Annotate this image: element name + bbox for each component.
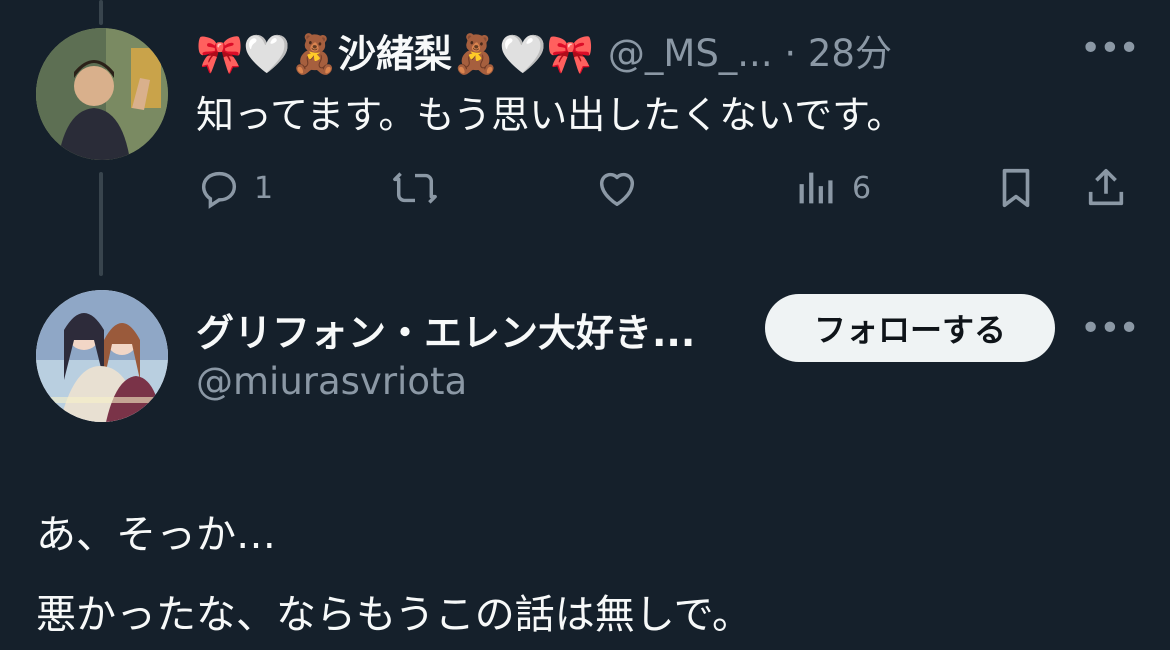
tweet-text: 知ってます。もう思い出したくないです。	[196, 93, 905, 137]
avatar-anime-icon	[36, 290, 168, 422]
share-button[interactable]	[1083, 160, 1129, 216]
like-icon	[599, 172, 635, 207]
avatar[interactable]	[36, 290, 168, 422]
reply-header: 🎀🤍🧸沙緒梨🧸🤍🎀 @_MS_... · 28分	[196, 20, 892, 80]
action-bar: 1 6	[0, 160, 1170, 216]
tweet-text-line: 悪かったな、ならもうこの話は無しで。	[36, 592, 752, 638]
thread-line-top	[99, 0, 103, 25]
views-icon	[799, 172, 833, 204]
share-icon	[1088, 168, 1124, 206]
like-button[interactable]	[594, 160, 640, 216]
avatar[interactable]	[36, 28, 168, 160]
more-options-icon[interactable]: •••	[1080, 308, 1140, 349]
handle-time: @_MS_... · 28分	[608, 23, 892, 77]
separator: ·	[784, 32, 797, 75]
tweet-text-line: あ、そっか…	[36, 512, 276, 558]
avatar-photo-icon	[36, 28, 168, 160]
more-options-icon[interactable]: •••	[1080, 28, 1140, 69]
views-count: 6	[852, 170, 872, 206]
display-name[interactable]: 🎀🤍🧸沙緒梨🧸🤍🎀	[196, 23, 594, 78]
retweet-button[interactable]	[392, 160, 438, 216]
reply-count: 1	[254, 170, 274, 206]
reply-button[interactable]: 1	[196, 160, 273, 216]
bookmark-button[interactable]	[993, 160, 1039, 216]
views-button[interactable]: 6	[794, 160, 871, 216]
handle[interactable]: @miurasvriota	[196, 360, 467, 403]
bookmark-icon	[1002, 168, 1030, 208]
display-name[interactable]: グリフォン・エレン大好き...	[196, 302, 695, 357]
reply-icon	[201, 171, 237, 209]
handle[interactable]: @_MS_...	[608, 32, 773, 75]
timestamp[interactable]: 28分	[808, 32, 892, 75]
retweet-icon	[393, 172, 437, 204]
follow-button[interactable]: フォローする	[765, 294, 1055, 362]
